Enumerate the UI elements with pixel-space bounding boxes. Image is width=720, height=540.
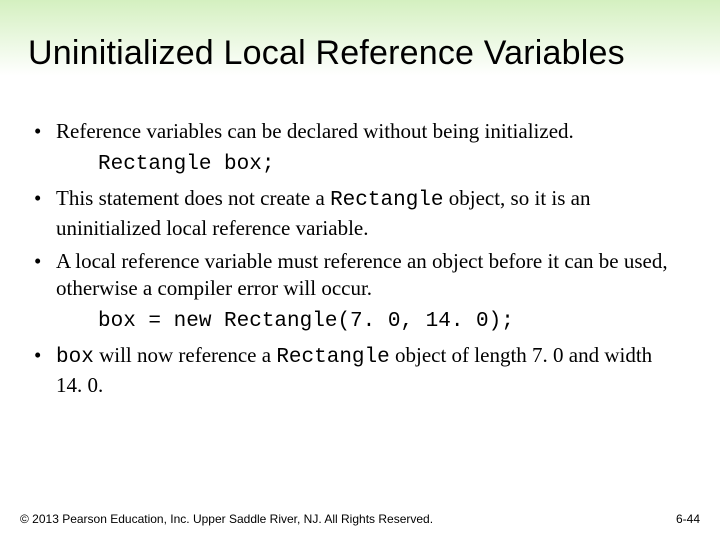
copyright-text: © 2013 Pearson Education, Inc. Upper Sad… bbox=[20, 512, 433, 526]
code-line-2: box = new Rectangle(7. 0, 14. 0); bbox=[28, 308, 680, 336]
bullet-4-code1: box bbox=[56, 346, 94, 369]
bullet-4: box will now reference a Rectangle objec… bbox=[28, 342, 680, 399]
slide-title: Uninitialized Local Reference Variables bbox=[28, 34, 692, 73]
code-line-1: Rectangle box; bbox=[28, 151, 680, 179]
bullet-4-mid1: will now reference a bbox=[94, 343, 277, 367]
bullet-list-3: box will now reference a Rectangle objec… bbox=[28, 342, 680, 399]
slide: Uninitialized Local Reference Variables … bbox=[0, 0, 720, 540]
page-number: 6-44 bbox=[676, 512, 700, 526]
bullet-2-pre: This statement does not create a bbox=[56, 186, 330, 210]
bullet-3: A local reference variable must referenc… bbox=[28, 248, 680, 302]
bullet-1: Reference variables can be declared with… bbox=[28, 118, 680, 145]
slide-body: Reference variables can be declared with… bbox=[28, 118, 680, 405]
bullet-list: Reference variables can be declared with… bbox=[28, 118, 680, 145]
bullet-2: This statement does not create a Rectang… bbox=[28, 185, 680, 242]
bullet-list-2: This statement does not create a Rectang… bbox=[28, 185, 680, 302]
bullet-2-code: Rectangle bbox=[330, 189, 443, 212]
bullet-4-code2: Rectangle bbox=[276, 346, 389, 369]
footer: © 2013 Pearson Education, Inc. Upper Sad… bbox=[20, 512, 700, 526]
